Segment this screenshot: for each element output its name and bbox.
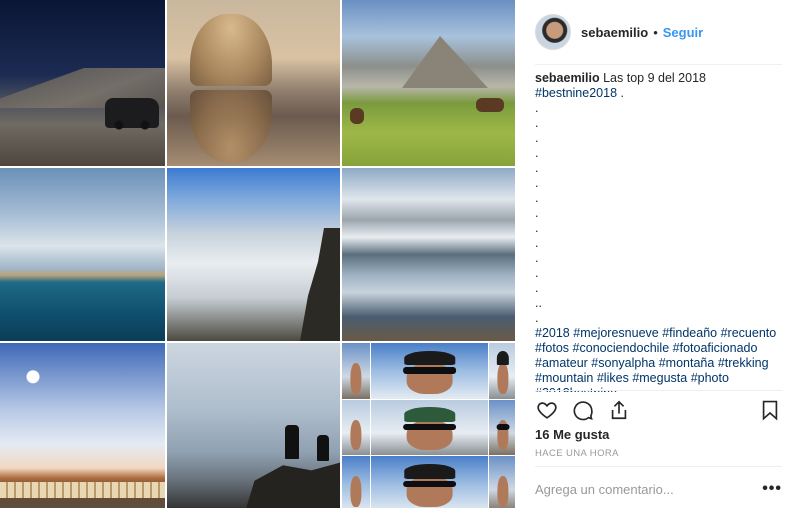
photo-stadium-clouds[interactable]	[0, 343, 165, 508]
post-header: sebaemilio • Seguir	[535, 12, 784, 52]
caption-line: sebaemilio Las top 9 del 2018	[535, 71, 785, 86]
car-shape	[105, 98, 159, 130]
photo-selfie-collage[interactable]	[342, 343, 517, 508]
more-options-icon[interactable]: •••	[762, 480, 782, 498]
divider	[535, 466, 782, 467]
photo-hikers-silhouette[interactable]	[167, 343, 340, 508]
caption-dot: .	[535, 131, 539, 145]
selfie-thumb	[489, 456, 517, 508]
bestnine-photo-grid	[0, 0, 517, 508]
divider	[535, 64, 782, 65]
caption-dot: .	[535, 311, 539, 325]
temple-shape	[190, 14, 272, 86]
bookmark-icon[interactable]	[758, 398, 782, 422]
hashtag-link[interactable]: #bestnine2018	[535, 86, 617, 100]
stadium-shape	[0, 482, 165, 498]
selfie-thumb	[489, 343, 517, 399]
photo-night-car[interactable]	[0, 0, 165, 166]
caption-dot: .	[535, 161, 539, 175]
hashtag-link[interactable]: #montaña	[659, 356, 715, 370]
photo-sea-clouds[interactable]	[0, 168, 165, 341]
hashtag-link[interactable]: #sonyalpha	[591, 356, 655, 370]
hashtag-link[interactable]: #likes	[597, 371, 629, 385]
follow-button[interactable]: Seguir	[663, 25, 703, 40]
hashtag-link[interactable]: #2018bestnine	[535, 386, 617, 392]
hashtag-link[interactable]: #amateur	[535, 356, 588, 370]
divider	[535, 390, 782, 391]
caption-dot: .	[535, 191, 539, 205]
caption-dots: ................	[535, 101, 785, 326]
horse-shape	[350, 108, 364, 124]
hashtag-link[interactable]: #trekking	[718, 356, 769, 370]
comment-box: •••	[535, 472, 782, 506]
hashtag-link[interactable]: #mejoresnueve	[573, 326, 658, 340]
selfie-main	[371, 456, 488, 508]
mountain-peak	[402, 36, 488, 88]
caption-dot: .	[535, 116, 539, 130]
caption-dot: .	[535, 281, 539, 295]
hashtag-link[interactable]: #2018	[535, 326, 570, 340]
share-icon[interactable]	[607, 398, 631, 422]
hashtag-link[interactable]: #findeaño	[662, 326, 717, 340]
caption-line: #bestnine2018 .	[535, 86, 785, 101]
selfie-thumb	[342, 343, 370, 399]
hashtag-link[interactable]: #mountain	[535, 371, 593, 385]
caption-dot: .	[535, 101, 539, 115]
cliff-shape	[300, 228, 340, 341]
selfie-thumb	[342, 456, 370, 508]
selfie-main	[371, 399, 488, 456]
caption-text: Las top 9 del 2018	[603, 71, 706, 85]
hashtag-link[interactable]: #megusta	[632, 371, 687, 385]
photo-horses-mountain[interactable]	[342, 0, 517, 166]
photo-temple-reflection[interactable]	[167, 0, 340, 166]
selfie-thumb	[342, 399, 370, 456]
horse-shape	[476, 98, 504, 112]
comment-bubble-icon[interactable]	[571, 398, 595, 422]
caption-dot: .	[535, 146, 539, 160]
hashtag-link[interactable]: #fotos	[535, 341, 569, 355]
hiker-silhouette	[285, 425, 299, 459]
caption-username[interactable]: sebaemilio	[535, 71, 600, 85]
post-caption: sebaemilio Las top 9 del 2018 #bestnine2…	[535, 71, 785, 392]
likes-count[interactable]: 16 Me gusta	[535, 427, 609, 442]
temple-reflection	[190, 90, 272, 162]
separator-dot: •	[653, 24, 658, 40]
caption-dot: .	[535, 221, 539, 235]
hashtag-link[interactable]: #fotoaficionado	[673, 341, 758, 355]
caption-dot: .	[535, 236, 539, 250]
photo-mountain-lake[interactable]	[342, 168, 517, 341]
heart-icon[interactable]	[535, 398, 559, 422]
post-side-panel: sebaemilio • Seguir sebaemilio Las top 9…	[515, 0, 800, 508]
rock-shape	[245, 462, 340, 508]
avatar[interactable]	[535, 14, 571, 50]
comment-input[interactable]	[535, 481, 763, 497]
post-timestamp: HACE UNA HORA	[535, 448, 619, 459]
caption-dot: .	[535, 251, 539, 265]
caption-dot: ..	[535, 296, 542, 310]
caption-dot: .	[535, 176, 539, 190]
photo-cloud-valley[interactable]	[167, 168, 340, 341]
selfie-main	[371, 343, 488, 399]
post-actions	[535, 396, 782, 424]
caption-text: .	[617, 86, 624, 100]
username-link[interactable]: sebaemilio	[581, 25, 648, 40]
hashtag-link[interactable]: #photo	[691, 371, 729, 385]
hashtag-link[interactable]: #recuento	[721, 326, 777, 340]
caption-dot: .	[535, 206, 539, 220]
caption-dot: .	[535, 266, 539, 280]
hiker-silhouette	[317, 435, 329, 461]
selfie-thumb	[489, 399, 517, 456]
hashtag-link[interactable]: #conociendochile	[573, 341, 670, 355]
hashtag-list: #2018 #mejoresnueve #findeaño #recuento …	[535, 326, 785, 392]
